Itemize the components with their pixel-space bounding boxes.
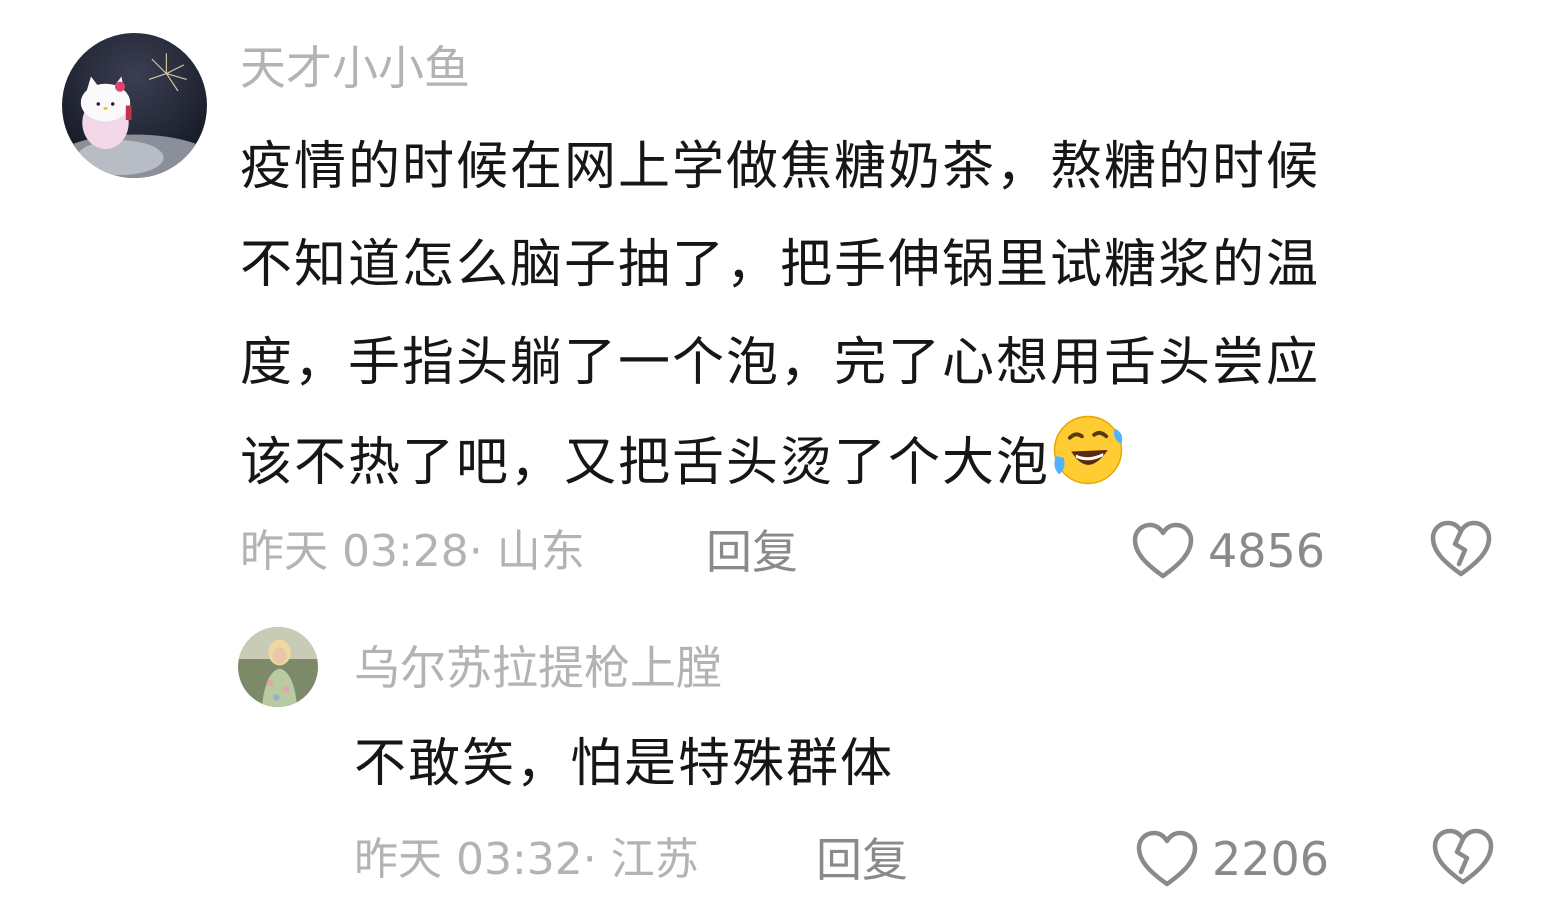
comment-text-line: 不知道怎么脑子抽了，把手伸锅里试糖浆的温 bbox=[240, 235, 1321, 295]
heart-outline-icon bbox=[1134, 828, 1200, 890]
dislike-button[interactable] bbox=[1430, 826, 1496, 888]
like-button[interactable]: 4856 bbox=[1130, 518, 1325, 584]
comment-meta: 昨天 03:32· 江苏 bbox=[354, 834, 699, 885]
comment-meta: 昨天 03:28· 山东 bbox=[240, 526, 585, 577]
like-count: 2206 bbox=[1212, 832, 1330, 886]
broken-heart-icon bbox=[1430, 826, 1496, 888]
user-avatar[interactable] bbox=[238, 627, 318, 707]
dislike-button[interactable] bbox=[1428, 518, 1494, 580]
comment-text-line: 该不热了吧，又把舌头烫了个大泡 bbox=[240, 412, 1320, 520]
like-button[interactable]: 2206 bbox=[1134, 826, 1329, 892]
comment-text-line: 疫情的时候在网上学做焦糖奶茶，熬糖的时候 bbox=[240, 137, 1321, 197]
username[interactable]: 乌尔苏拉提枪上膛 bbox=[354, 640, 722, 696]
like-count: 4856 bbox=[1208, 524, 1326, 578]
comment-text-segment: 该不热了吧，又把舌头烫了个大泡 bbox=[240, 433, 1051, 493]
comment-text-line: 不敢笑，怕是特殊群体 bbox=[354, 734, 895, 794]
reply-button[interactable]: 回复 bbox=[706, 522, 798, 582]
comment-text: 疫情的时候在网上学做焦糖奶茶，熬糖的时候 不知道怎么脑子抽了，把手伸锅里试糖浆的… bbox=[240, 118, 1320, 520]
broken-heart-icon bbox=[1428, 518, 1494, 580]
comment-text-line: 度，手指头躺了一个泡，完了心想用舌头尝应 bbox=[240, 333, 1321, 393]
comment-text: 不敢笑，怕是特殊群体 bbox=[354, 728, 894, 800]
hello-kitty-avatar-icon bbox=[62, 33, 207, 178]
reply-button[interactable]: 回复 bbox=[816, 830, 908, 890]
username[interactable]: 天才小小鱼 bbox=[240, 40, 470, 96]
user-avatar[interactable] bbox=[62, 33, 207, 178]
heart-outline-icon bbox=[1130, 520, 1196, 582]
user-photo-avatar-icon bbox=[238, 627, 318, 707]
rolling-on-floor-laughing-emoji-icon bbox=[1050, 412, 1126, 520]
